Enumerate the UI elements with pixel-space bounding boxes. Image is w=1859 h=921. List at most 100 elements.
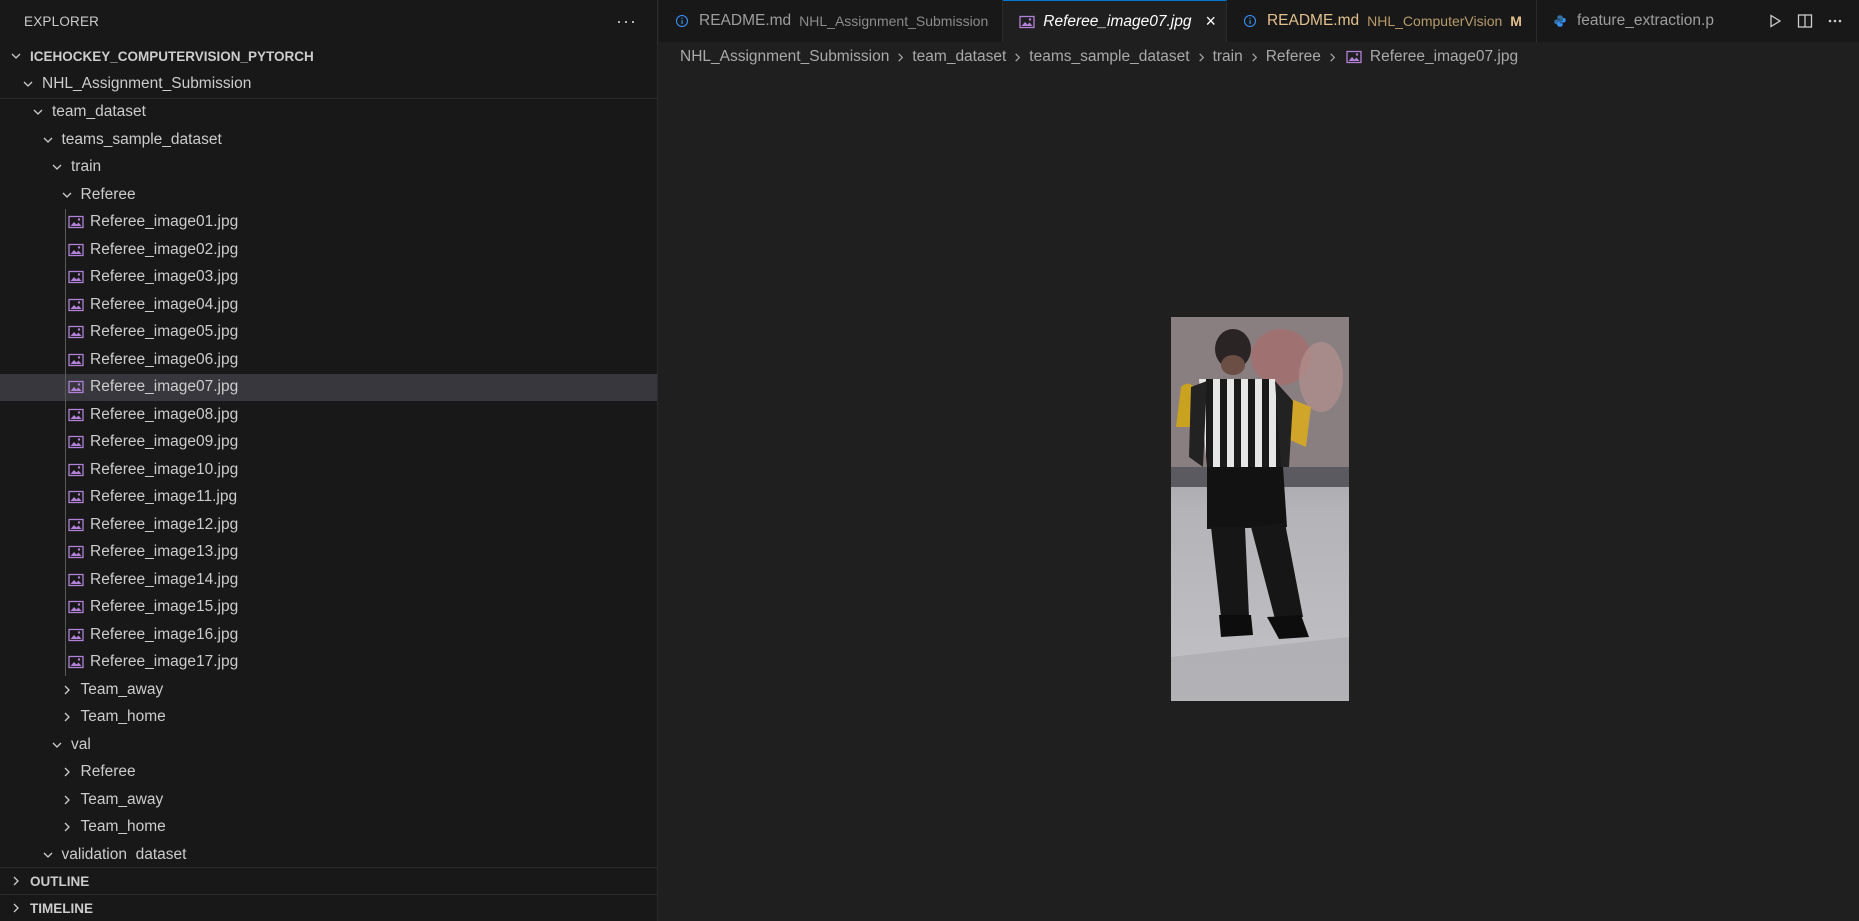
tab-readme-nhl-computervision[interactable]: README.md NHL_ComputerVision M — [1227, 0, 1537, 42]
tree-folder-referee[interactable]: Referee — [0, 181, 657, 209]
tree-folder-validation-dataset[interactable]: validation_dataset — [0, 841, 657, 859]
tree-file-referee-image12-jpg[interactable]: Referee_image12.jpg — [0, 511, 657, 539]
image-file-icon — [68, 270, 84, 284]
indent-guide — [65, 208, 66, 236]
tree-item-label: Referee_image01.jpg — [90, 213, 239, 231]
file-tree: team_dataset teams_sample_datasettrain Ref… — [0, 99, 657, 859]
explorer-sidebar: EXPLORER ··· ICEHOCKEY_COMPUTERVISION_PY… — [0, 0, 658, 921]
tree-folder-teams-sample-dataset[interactable]: teams_sample_dataset — [0, 126, 657, 154]
run-icon[interactable] — [1767, 13, 1783, 29]
tree-file-referee-image13-jpg[interactable]: Referee_image13.jpg — [0, 538, 657, 566]
tab-readme-nhl-assignment[interactable]: README.md NHL_Assignment_Submission — [659, 0, 1004, 42]
tree-folder-train[interactable]: train — [0, 154, 657, 182]
image-file-icon — [68, 298, 84, 312]
timeline-section-header[interactable]: TIMELINE — [0, 894, 657, 921]
tree-item-label: Referee_image04.jpg — [90, 295, 239, 313]
chevron-right-icon — [1196, 52, 1207, 63]
chevron-right-icon — [1249, 52, 1260, 63]
indent-guide — [65, 373, 66, 401]
tree-folder-referee[interactable]: Referee — [0, 759, 657, 787]
breadcrumb-item[interactable]: train — [1213, 48, 1243, 66]
tree-file-referee-image16-jpg[interactable]: Referee_image16.jpg — [0, 621, 657, 649]
tree-file-referee-image14-jpg[interactable]: Referee_image14.jpg — [0, 566, 657, 594]
image-file-icon — [68, 518, 84, 532]
tree-file-referee-image10-jpg[interactable]: Referee_image10.jpg — [0, 456, 657, 484]
image-preview — [1171, 317, 1349, 701]
close-icon[interactable]: × — [1205, 11, 1216, 32]
chevron-right-icon — [59, 764, 75, 780]
image-file-icon — [68, 463, 84, 477]
tree-item-label: Referee_image03.jpg — [90, 268, 239, 286]
tree-item-label: Team_away — [80, 790, 164, 808]
tree-folder-nhl-assignment-submission[interactable]: NHL_Assignment_Submission — [0, 70, 657, 98]
indent-guide — [65, 593, 66, 621]
image-file-icon — [68, 408, 84, 422]
chevron-down-icon — [40, 847, 56, 859]
tree-file-referee-image02-jpg[interactable]: Referee_image02.jpg — [0, 236, 657, 264]
tree-file-referee-image03-jpg[interactable]: Referee_image03.jpg — [0, 263, 657, 291]
tree-file-referee-image11-jpg[interactable]: Referee_image11.jpg — [0, 483, 657, 511]
tree-file-referee-image09-jpg[interactable]: Referee_image09.jpg — [0, 428, 657, 456]
image-file-icon — [68, 600, 84, 614]
chevron-down-icon — [40, 132, 56, 148]
tab-feature-extraction[interactable]: feature_extraction.p — [1537, 0, 1728, 42]
tree-file-referee-image01-jpg[interactable]: Referee_image01.jpg — [0, 208, 657, 236]
image-file-icon — [68, 655, 84, 669]
tree-file-referee-image06-jpg[interactable]: Referee_image06.jpg — [0, 346, 657, 374]
explorer-title: EXPLORER — [24, 13, 100, 29]
tree-folder-team-away[interactable]: Team_away — [0, 786, 657, 814]
tree-folder-team-home[interactable]: Team_home — [0, 814, 657, 842]
tree-item-label: teams_sample_dataset — [61, 130, 222, 148]
tree-file-referee-image04-jpg[interactable]: Referee_image04.jpg — [0, 291, 657, 319]
outline-label: OUTLINE — [30, 873, 90, 889]
tree-item-label: Referee_image16.jpg — [90, 625, 239, 643]
tree-item-label: Referee_image14.jpg — [90, 570, 239, 588]
tree-item-label: Referee_image17.jpg — [90, 653, 239, 671]
chevron-down-icon — [30, 104, 46, 120]
tree-item-label: NHL_Assignment_Submission — [42, 74, 252, 92]
image-file-icon — [68, 573, 84, 587]
editor-tab-bar: README.md NHL_Assignment_Submission Refe… — [659, 0, 1859, 42]
workspace-root[interactable]: ICEHOCKEY_COMPUTERVISION_PYTORCH — [0, 42, 657, 70]
breadcrumb-item[interactable]: Referee_image07.jpg — [1370, 48, 1518, 66]
more-icon[interactable] — [1827, 13, 1843, 29]
indent-guide — [65, 428, 66, 456]
image-file-icon — [68, 325, 84, 339]
tree-item-label: Referee_image05.jpg — [90, 323, 239, 341]
breadcrumb-item[interactable]: team_dataset — [912, 48, 1006, 66]
split-editor-icon[interactable] — [1797, 13, 1813, 29]
breadcrumb-item[interactable]: Referee — [1266, 48, 1321, 66]
tree-file-referee-image05-jpg[interactable]: Referee_image05.jpg — [0, 318, 657, 346]
chevron-down-icon — [20, 76, 36, 92]
tree-item-label: Team_away — [80, 680, 164, 698]
tree-file-referee-image17-jpg[interactable]: Referee_image17.jpg — [0, 648, 657, 676]
tree-item-label: Team_home — [80, 708, 166, 726]
breadcrumb-item[interactable]: NHL_Assignment_Submission — [680, 48, 889, 66]
tree-item-label: Referee_image09.jpg — [90, 433, 239, 451]
tree-file-referee-image07-jpg[interactable]: Referee_image07.jpg — [0, 373, 657, 401]
tree-folder-val[interactable]: val — [0, 731, 657, 759]
timeline-label: TIMELINE — [30, 900, 93, 916]
tree-item-label: Referee — [80, 763, 136, 781]
chevron-down-icon — [8, 48, 24, 64]
tree-file-referee-image08-jpg[interactable]: Referee_image08.jpg — [0, 401, 657, 429]
outline-section-header[interactable]: OUTLINE — [0, 867, 657, 894]
tree-file-referee-image15-jpg[interactable]: Referee_image15.jpg — [0, 593, 657, 621]
image-file-icon — [68, 545, 84, 559]
chevron-down-icon — [49, 159, 65, 175]
tree-folder-team-dataset[interactable]: team_dataset — [0, 99, 657, 127]
explorer-header: EXPLORER ··· — [0, 0, 657, 42]
image-file-icon — [68, 628, 84, 642]
indent-guide — [65, 291, 66, 319]
tree-item-label: train — [71, 158, 102, 176]
indent-guide — [65, 346, 66, 374]
tree-item-label: Referee_image15.jpg — [90, 598, 239, 616]
tree-item-label: validation_dataset — [61, 845, 187, 859]
tree-folder-team-home[interactable]: Team_home — [0, 704, 657, 732]
tree-item-label: Referee_image13.jpg — [90, 543, 239, 561]
breadcrumb-item[interactable]: teams_sample_dataset — [1029, 48, 1189, 66]
indent-guide — [65, 456, 66, 484]
tab-referee-image07[interactable]: Referee_image07.jpg × — [1003, 0, 1227, 42]
more-actions-button[interactable]: ··· — [616, 11, 637, 32]
tree-folder-team-away[interactable]: Team_away — [0, 676, 657, 704]
